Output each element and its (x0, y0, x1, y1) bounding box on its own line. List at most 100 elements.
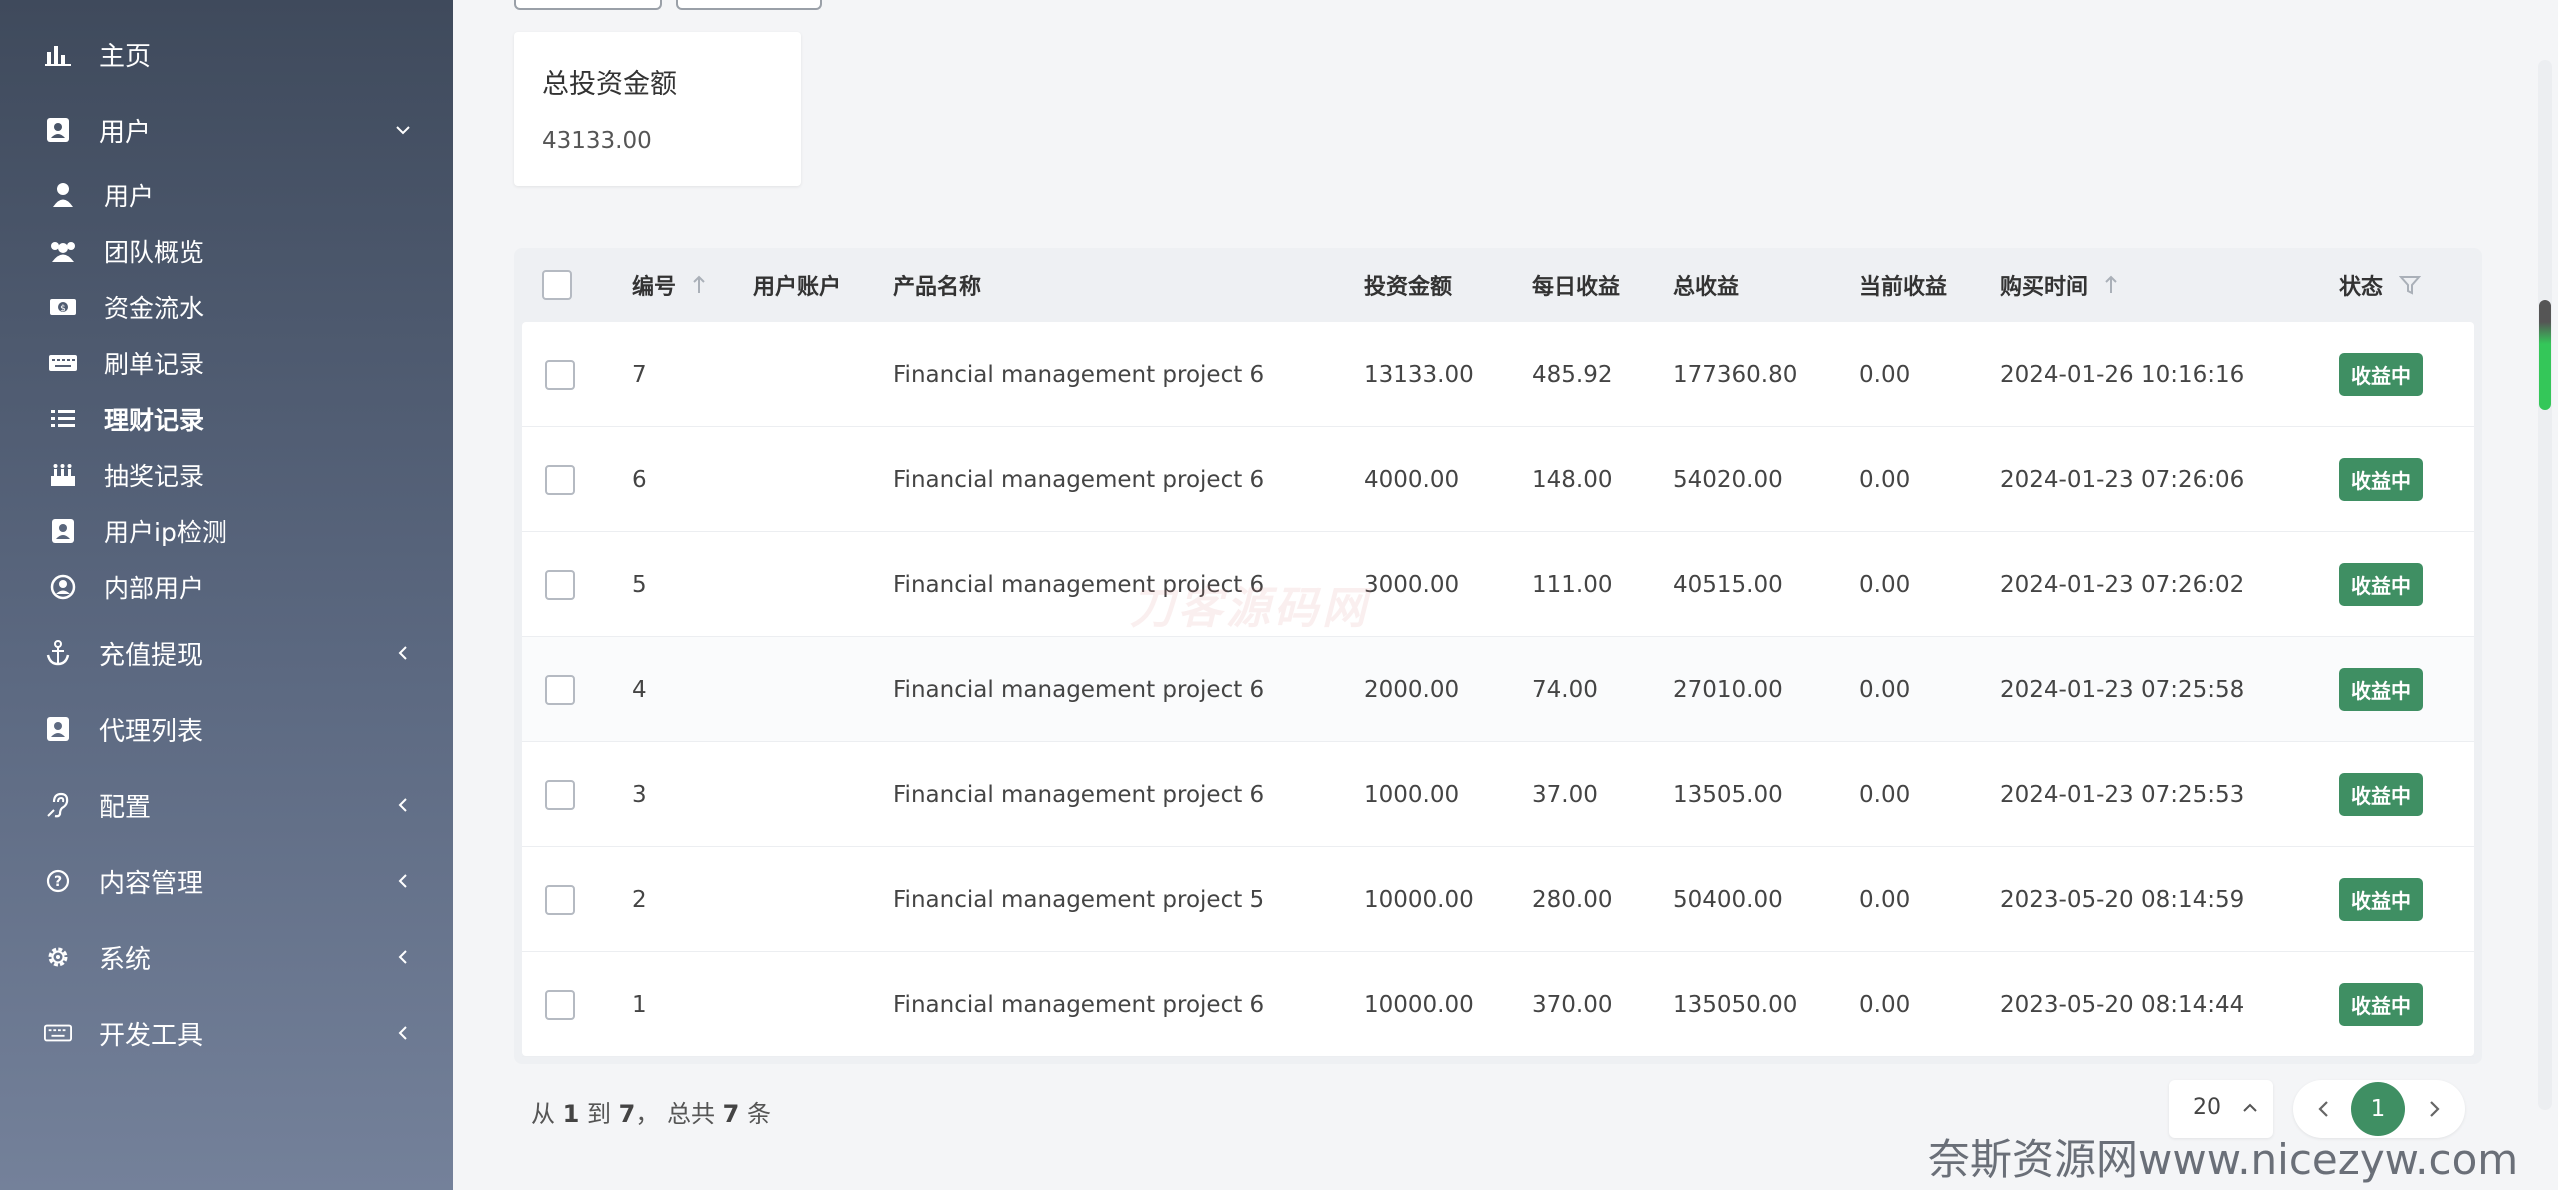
cell-time: 2024-01-23 07:25:53 (2000, 781, 2245, 808)
cell-amount: 1000.00 (1364, 781, 1460, 808)
sidebar-subitem-lottery[interactable]: 抽奖记录 (0, 450, 453, 500)
sidebar-subitem-label: 刷单记录 (104, 350, 205, 379)
row-checkbox[interactable] (545, 742, 575, 847)
cell-current: 0.00 (1859, 466, 1911, 493)
chevron-left-icon (393, 1023, 413, 1043)
sidebar-item-deposit-withdraw[interactable]: 充值提现 (0, 623, 453, 683)
filter-icon[interactable] (2399, 275, 2422, 295)
row-checkbox[interactable] (545, 952, 575, 1057)
sidebar-subitem-internal-users[interactable]: 内部用户 (0, 562, 453, 612)
toolbar-button[interactable] (514, 0, 662, 10)
checkbox-box[interactable] (545, 464, 575, 495)
checkbox-box[interactable] (545, 359, 575, 390)
sidebar-subitem-orders[interactable]: 刷单记录 (0, 338, 453, 388)
table-row: 7 Financial management project 6 13133.00 4… (522, 322, 2474, 427)
sidebar-subitem-funds[interactable]: $ 资金流水 (0, 282, 453, 332)
sidebar-item-label: 代理列表 (99, 716, 204, 747)
keyboard-icon (44, 1019, 72, 1047)
chevron-left-icon (393, 947, 413, 967)
sidebar-subitem-label: 内部用户 (104, 574, 205, 603)
column-header-time[interactable]: 购买时间 (2000, 248, 2118, 322)
user-card-icon (44, 116, 72, 144)
row-checkbox[interactable] (545, 532, 575, 637)
column-header-label: 购买时间 (2000, 275, 2089, 300)
summary-total-label: ， 总共 (635, 1100, 715, 1128)
column-header-label: 产品名称 (893, 275, 982, 300)
cell-id: 7 (632, 361, 647, 388)
sort-up-icon[interactable] (692, 275, 706, 295)
scrollbar-track[interactable] (2538, 60, 2552, 1110)
cake-icon (48, 461, 78, 489)
status-badge: 收益中 (2339, 563, 2423, 606)
sidebar-subitem-ip-check[interactable]: 用户ip检测 (0, 506, 453, 556)
sidebar-item-system[interactable]: 系统 (0, 927, 453, 987)
table-row: 6 Financial management project 6 4000.00 14… (522, 427, 2474, 532)
cell-time: 2023-05-20 08:14:59 (2000, 886, 2245, 913)
row-checkbox[interactable] (545, 847, 575, 952)
sidebar-item-home[interactable]: 主页 (0, 24, 453, 84)
sidebar-item-dev-tools[interactable]: 开发工具 (0, 1003, 453, 1063)
pagination-summary: 从 1 到 7， 总共 7 条 (531, 1094, 771, 1129)
cell-amount: 10000.00 (1364, 886, 1474, 913)
chevron-left-icon (393, 795, 413, 815)
question-circle-icon: ? (44, 867, 72, 895)
table-row: 1 Financial management project 6 10000.00 3… (522, 952, 2474, 1057)
cell-daily: 37.00 (1532, 781, 1598, 808)
cell-time: 2024-01-23 07:26:06 (2000, 466, 2245, 493)
cell-product: Financial management project 6 (893, 991, 1265, 1018)
cell-product: Financial management project 6 (893, 781, 1265, 808)
column-header-daily: 每日收益 (1532, 248, 1620, 322)
select-all-checkbox[interactable] (542, 248, 572, 322)
scrollbar-thumb[interactable] (2539, 300, 2551, 410)
cell-daily: 485.92 (1532, 361, 1613, 388)
toolbar-button[interactable] (676, 0, 822, 10)
cell-product: Financial management project 6 (893, 361, 1265, 388)
sidebar-subitem-label: 抽奖记录 (104, 462, 205, 491)
sidebar-item-agents[interactable]: 代理列表 (0, 699, 453, 759)
sidebar-subitem-label: 理财记录 (104, 406, 205, 435)
sidebar-subitem-finance[interactable]: 理财记录 (0, 394, 453, 444)
column-header-total: 总收益 (1673, 248, 1739, 322)
cell-amount: 13133.00 (1364, 361, 1474, 388)
cell-status: 收益中 (2339, 952, 2423, 1057)
bar-chart-icon (44, 40, 72, 68)
sidebar-item-config[interactable]: 配置 (0, 775, 453, 835)
summary-from: 1 (562, 1100, 580, 1128)
sidebar-item-label: 内容管理 (99, 868, 204, 899)
cell-id: 2 (632, 886, 647, 913)
cell-total: 50400.00 (1673, 886, 1783, 913)
column-header-current: 当前收益 (1859, 248, 1947, 322)
summary-from-label: 从 (531, 1100, 555, 1128)
cell-current: 0.00 (1859, 571, 1911, 598)
cell-total: 135050.00 (1673, 991, 1798, 1018)
cell-total: 13505.00 (1673, 781, 1783, 808)
cell-product: Financial management project 5 (893, 886, 1265, 913)
cell-total: 177360.80 (1673, 361, 1798, 388)
sort-up-icon[interactable] (2104, 275, 2118, 295)
column-header-id[interactable]: 编号 (632, 248, 706, 322)
chevron-left-icon (393, 871, 413, 891)
sidebar-subitem-team[interactable]: 团队概览 (0, 226, 453, 276)
checkbox-box[interactable] (545, 674, 575, 705)
chevron-left-icon[interactable] (2313, 1098, 2335, 1120)
cell-id: 5 (632, 571, 647, 598)
column-header-status[interactable]: 状态 (2339, 248, 2422, 322)
chevron-right-icon[interactable] (2423, 1098, 2445, 1120)
cell-daily: 280.00 (1532, 886, 1613, 913)
checkbox-box[interactable] (545, 989, 575, 1020)
column-header-label: 编号 (632, 275, 677, 300)
sidebar-subitem-label: 团队概览 (104, 238, 205, 267)
row-checkbox[interactable] (545, 427, 575, 532)
checkbox-box[interactable] (545, 779, 575, 810)
sidebar-item-content[interactable]: ? 内容管理 (0, 851, 453, 911)
cell-product: Financial management project 6 (893, 676, 1265, 703)
row-checkbox[interactable] (545, 322, 575, 427)
sidebar-subitem-user[interactable]: 用户 (0, 170, 453, 220)
row-checkbox[interactable] (545, 637, 575, 742)
table-row: 4 Financial management project 6 2000.00 74… (522, 637, 2474, 742)
sidebar-item-users[interactable]: 用户 (0, 100, 453, 160)
sidebar-item-label: 配置 (99, 792, 152, 823)
checkbox-box[interactable] (545, 884, 575, 915)
checkbox-box[interactable] (545, 569, 575, 600)
sidebar-subitem-label: 用户 (104, 182, 155, 211)
